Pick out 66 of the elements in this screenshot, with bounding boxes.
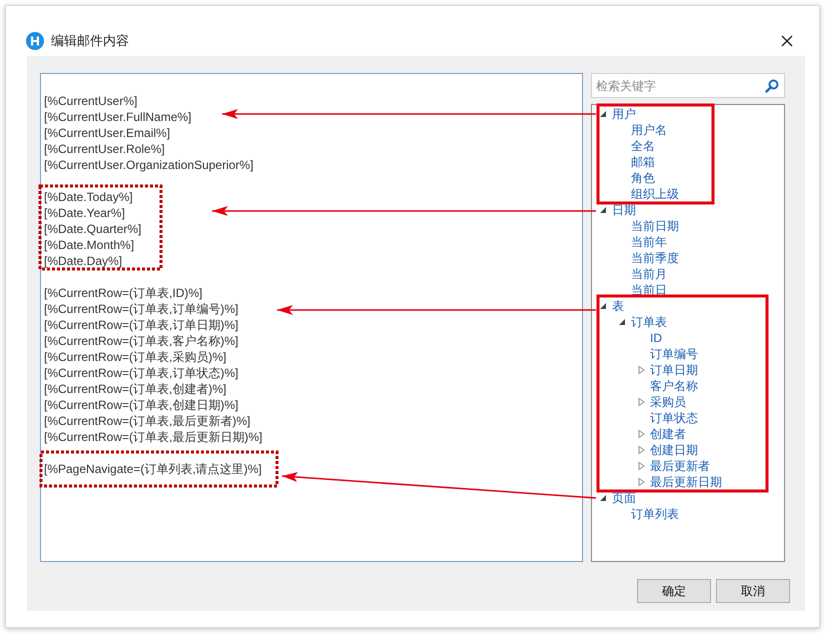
cancel-button[interactable]: 取消 xyxy=(716,579,790,603)
tree-item[interactable]: 用户名 xyxy=(631,122,667,138)
collapsed-triangle-icon[interactable] xyxy=(638,398,645,406)
tree-item[interactable]: 创建者 xyxy=(650,426,686,442)
tree-item[interactable]: 订单日期 xyxy=(650,362,698,378)
expanded-triangle-icon[interactable] xyxy=(600,206,607,214)
template-line: [%Date.Month%] xyxy=(44,237,134,253)
template-line: [%CurrentUser.Role%] xyxy=(44,141,165,157)
collapsed-triangle-icon[interactable] xyxy=(638,366,645,374)
template-line: [%CurrentRow=(订单表,采购员)%] xyxy=(44,349,226,365)
template-line: [%CurrentRow=(订单表,最后更新日期)%] xyxy=(44,429,262,445)
template-line: [%CurrentUser.FullName%] xyxy=(44,109,192,125)
expanded-triangle-icon[interactable] xyxy=(600,110,607,118)
template-line: [%Date.Day%] xyxy=(44,253,122,269)
template-line: [%CurrentRow=(订单表,客户名称)%] xyxy=(44,333,238,349)
tree-item[interactable]: 当前日期 xyxy=(631,218,679,234)
tree-item[interactable]: 组织上级 xyxy=(631,186,679,202)
template-line: [%CurrentRow=(订单表,创建日期)%] xyxy=(44,397,238,413)
ok-button[interactable]: 确定 xyxy=(637,579,711,603)
tree-item[interactable]: 邮箱 xyxy=(631,154,655,170)
tree-item[interactable]: 页面 xyxy=(612,490,636,506)
tree-item[interactable]: 当前季度 xyxy=(631,250,679,266)
template-line: [%CurrentRow=(订单表,最后更新者)%] xyxy=(44,413,250,429)
tree-item[interactable]: 日期 xyxy=(612,202,636,218)
template-line: [%PageNavigate=(订单列表,请点这里)%] xyxy=(44,461,262,477)
template-line: [%Date.Quarter%] xyxy=(44,221,142,237)
tree-item[interactable]: 最后更新者 xyxy=(650,458,710,474)
expanded-triangle-icon[interactable] xyxy=(600,302,607,310)
search-icon[interactable] xyxy=(765,78,779,92)
tree-item[interactable]: 订单列表 xyxy=(631,506,679,522)
tree-item[interactable]: 最后更新日期 xyxy=(650,474,722,490)
template-line: [%Date.Today%] xyxy=(44,189,133,205)
tree-item[interactable]: 当前月 xyxy=(631,266,667,282)
collapsed-triangle-icon[interactable] xyxy=(638,462,645,470)
template-line: [%CurrentRow=(订单表,订单状态)%] xyxy=(44,365,238,381)
template-editor[interactable] xyxy=(40,73,583,562)
tree-item[interactable]: 用户 xyxy=(612,106,636,122)
expanded-triangle-icon[interactable] xyxy=(619,318,626,326)
template-line: [%CurrentUser.Email%] xyxy=(44,125,170,141)
template-line: [%CurrentUser%] xyxy=(44,93,138,109)
template-line: [%Date.Year%] xyxy=(44,205,125,221)
tree-item[interactable]: ID xyxy=(650,330,662,346)
tree-item[interactable]: 客户名称 xyxy=(650,378,698,394)
tree-item[interactable]: 订单状态 xyxy=(650,410,698,426)
tree-item[interactable]: 创建日期 xyxy=(650,442,698,458)
tree-item[interactable]: 订单编号 xyxy=(650,346,698,362)
tree-item[interactable]: 采购员 xyxy=(650,394,686,410)
template-line: [%CurrentUser.OrganizationSuperior%] xyxy=(44,157,254,173)
expanded-triangle-icon[interactable] xyxy=(600,494,607,502)
template-line: [%CurrentRow=(订单表,ID)%] xyxy=(44,285,202,301)
collapsed-triangle-icon[interactable] xyxy=(638,478,645,486)
template-line: [%CurrentRow=(订单表,订单日期)%] xyxy=(44,317,238,333)
search-field[interactable]: 检索关键字 xyxy=(596,76,765,96)
window-title: 编辑邮件内容 xyxy=(51,32,129,50)
tree-item[interactable]: 订单表 xyxy=(631,314,667,330)
collapsed-triangle-icon[interactable] xyxy=(638,430,645,438)
template-line: [%CurrentRow=(订单表,创建者)%] xyxy=(44,381,226,397)
search-box[interactable]: 检索关键字 xyxy=(591,73,785,98)
collapsed-triangle-icon[interactable] xyxy=(638,446,645,454)
close-icon[interactable] xyxy=(781,34,793,46)
tree-item[interactable]: 角色 xyxy=(631,170,655,186)
tree-item[interactable]: 全名 xyxy=(631,138,655,154)
tree-item[interactable]: 表 xyxy=(612,298,624,314)
app-logo-icon xyxy=(26,32,44,50)
tree-item[interactable]: 当前年 xyxy=(631,234,667,250)
template-line: [%CurrentRow=(订单表,订单编号)%] xyxy=(44,301,238,317)
